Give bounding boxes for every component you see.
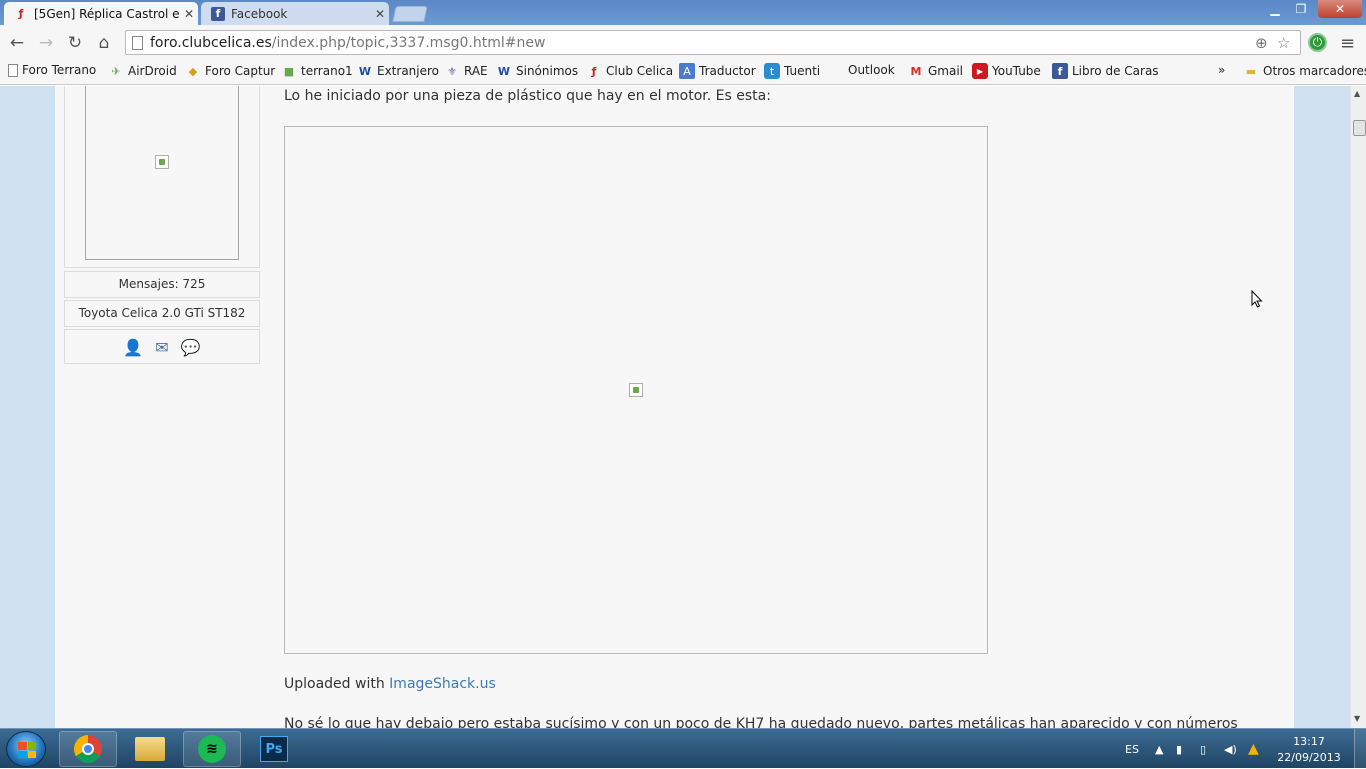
- star-icon[interactable]: ☆: [1277, 34, 1290, 52]
- zoom-icon[interactable]: ⊕: [1255, 34, 1268, 52]
- wordreference-icon: W: [358, 64, 372, 78]
- bookmark-airdroid[interactable]: ✈ AirDroid: [108, 63, 176, 79]
- imageshack-link[interactable]: ImageShack.us: [389, 676, 496, 692]
- mouse-cursor-icon: [1251, 290, 1263, 308]
- wordreference-icon: W: [497, 64, 511, 78]
- bookmark-extranjero[interactable]: W Extranjero: [357, 63, 439, 79]
- google-drive-icon[interactable]: ▲: [1248, 729, 1259, 769]
- email-icon[interactable]: ✉: [155, 338, 168, 357]
- private-message-icon[interactable]: 💬: [181, 338, 201, 357]
- language-indicator[interactable]: ES: [1125, 729, 1139, 769]
- taskbar-explorer[interactable]: [121, 731, 179, 767]
- bookmark-terrano1[interactable]: ■ terrano1: [281, 63, 353, 79]
- club-celica-icon: ƒ: [591, 64, 597, 78]
- volume-icon[interactable]: ◀): [1224, 729, 1237, 769]
- bookmark-outlook[interactable]: Outlook: [831, 63, 895, 77]
- spotify-icon: ≋: [198, 735, 226, 763]
- page-icon: [8, 63, 18, 77]
- bookmark-foro-terrano[interactable]: Foro Terrano: [8, 63, 96, 77]
- bookmark-foro-captur[interactable]: ◆ Foro Captur: [185, 63, 275, 79]
- tab-close-icon[interactable]: ✕: [180, 7, 198, 21]
- taskbar-photoshop[interactable]: Ps: [245, 731, 303, 767]
- forward-icon[interactable]: →: [35, 32, 57, 54]
- page-viewport: Mensajes: 725 Toyota Celica 2.0 GTi ST18…: [0, 86, 1350, 728]
- bookmark-libro-de-caras[interactable]: f Libro de Caras: [1052, 63, 1159, 79]
- avatar: [85, 86, 239, 260]
- title-bar: ƒ [5Gen] Réplica Castrol en ✕ f Facebook…: [0, 0, 1366, 25]
- start-button[interactable]: [6, 731, 46, 767]
- bookmark-traductor[interactable]: A Traductor: [679, 63, 756, 79]
- scroll-up-icon[interactable]: ▲: [1354, 89, 1360, 98]
- facebook-icon: f: [1052, 63, 1068, 79]
- message-count: Mensajes: 725: [64, 271, 260, 298]
- bookmarks-bar: Foro Terrano ✈ AirDroid ◆ Foro Captur ■ ter…: [0, 60, 1366, 85]
- scroll-thumb[interactable]: [1353, 120, 1366, 136]
- translate-icon: A: [679, 63, 695, 79]
- post-image[interactable]: [284, 126, 988, 654]
- clock[interactable]: 13:17 22/09/2013: [1277, 734, 1341, 766]
- facebook-icon: f: [211, 6, 225, 21]
- tuenti-icon: t: [764, 63, 780, 79]
- uploaded-with-text: Uploaded with ImageShack.us: [284, 676, 496, 692]
- clock-time: 13:17: [1293, 735, 1325, 748]
- windows-icon: [831, 64, 844, 77]
- new-tab-button[interactable]: [392, 6, 428, 22]
- back-icon[interactable]: ←: [6, 32, 28, 54]
- power-icon[interactable]: ▯: [1200, 729, 1206, 769]
- home-icon[interactable]: ⌂: [93, 32, 115, 54]
- bookmark-youtube[interactable]: ▶ YouTube: [972, 63, 1041, 79]
- forum-post: Mensajes: 725 Toyota Celica 2.0 GTi ST18…: [55, 86, 1294, 728]
- windows-icon: [18, 742, 36, 758]
- tab-close-icon[interactable]: ✕: [371, 7, 389, 21]
- profile-icon[interactable]: 👤: [123, 338, 143, 357]
- maximize-button[interactable]: ❐: [1288, 0, 1314, 18]
- extension-icon[interactable]: ⏻: [1308, 33, 1327, 52]
- chrome-menu-icon[interactable]: ≡: [1340, 33, 1355, 54]
- show-hidden-icons-icon[interactable]: ▲: [1155, 729, 1163, 769]
- rae-icon: ⚜: [447, 64, 457, 78]
- taskbar-chrome[interactable]: [59, 731, 117, 767]
- gmail-icon: M: [910, 64, 922, 78]
- tab-title: [5Gen] Réplica Castrol en: [34, 6, 180, 21]
- tab-active[interactable]: ƒ [5Gen] Réplica Castrol en ✕: [4, 2, 198, 25]
- reload-icon[interactable]: ↻: [64, 32, 86, 54]
- bookmarks-overflow-button[interactable]: »: [1218, 63, 1225, 77]
- bookmark-club-celica[interactable]: ƒ Club Celica: [586, 63, 674, 79]
- bookmark-rae[interactable]: ⚜ RAE: [444, 63, 488, 79]
- broken-image-icon: [629, 383, 643, 397]
- tab-title: Facebook: [231, 6, 288, 21]
- taskbar-spotify[interactable]: ≋: [183, 731, 241, 767]
- other-bookmarks-folder[interactable]: ▬ Otros marcadores: [1243, 63, 1366, 79]
- network-icon[interactable]: ▮: [1176, 729, 1182, 769]
- vertical-scrollbar[interactable]: ▲ ▼: [1350, 86, 1366, 728]
- photoshop-icon: Ps: [260, 736, 288, 762]
- address-bar[interactable]: foro.clubcelica.es/index.php/topic,3337.…: [125, 30, 1301, 55]
- user-car: Toyota Celica 2.0 GTi ST182: [64, 300, 260, 327]
- scroll-down-icon[interactable]: ▼: [1354, 714, 1360, 723]
- close-window-button[interactable]: ✕: [1318, 0, 1362, 18]
- clock-date: 22/09/2013: [1277, 751, 1341, 764]
- chrome-icon: [74, 735, 102, 763]
- chat-icon: ■: [283, 64, 295, 78]
- folder-icon: ▬: [1245, 64, 1257, 78]
- club-celica-icon: ƒ: [18, 7, 24, 20]
- bookmark-sinonimos[interactable]: W Sinónimos: [496, 63, 578, 79]
- airdroid-icon: ✈: [111, 64, 121, 78]
- tab-facebook[interactable]: f Facebook ✕: [201, 2, 389, 25]
- page-icon: [132, 36, 143, 50]
- url-text[interactable]: foro.clubcelica.es/index.php/topic,3337.…: [150, 35, 545, 51]
- show-desktop-button[interactable]: [1354, 729, 1366, 769]
- profile-actions: 👤 ✉ 💬: [64, 329, 260, 364]
- taskbar: ≋ Ps ES ▲ ▮ ▯ ◀) ▲ 13:17 22/09/2013: [0, 728, 1366, 769]
- post-next-line: No sé lo que hay debajo pero estaba sucí…: [284, 716, 1238, 728]
- bookmark-tuenti[interactable]: t Tuenti: [764, 63, 820, 79]
- renault-icon: ◆: [188, 64, 198, 78]
- avatar-container: [64, 86, 260, 268]
- broken-image-icon: [155, 155, 169, 169]
- bookmark-gmail[interactable]: M Gmail: [908, 63, 964, 79]
- post-intro-text: Lo he iniciado por una pieza de plástico…: [284, 88, 771, 104]
- youtube-icon: ▶: [972, 63, 988, 79]
- folder-icon: [135, 737, 165, 761]
- minimize-button[interactable]: ▁: [1262, 0, 1288, 18]
